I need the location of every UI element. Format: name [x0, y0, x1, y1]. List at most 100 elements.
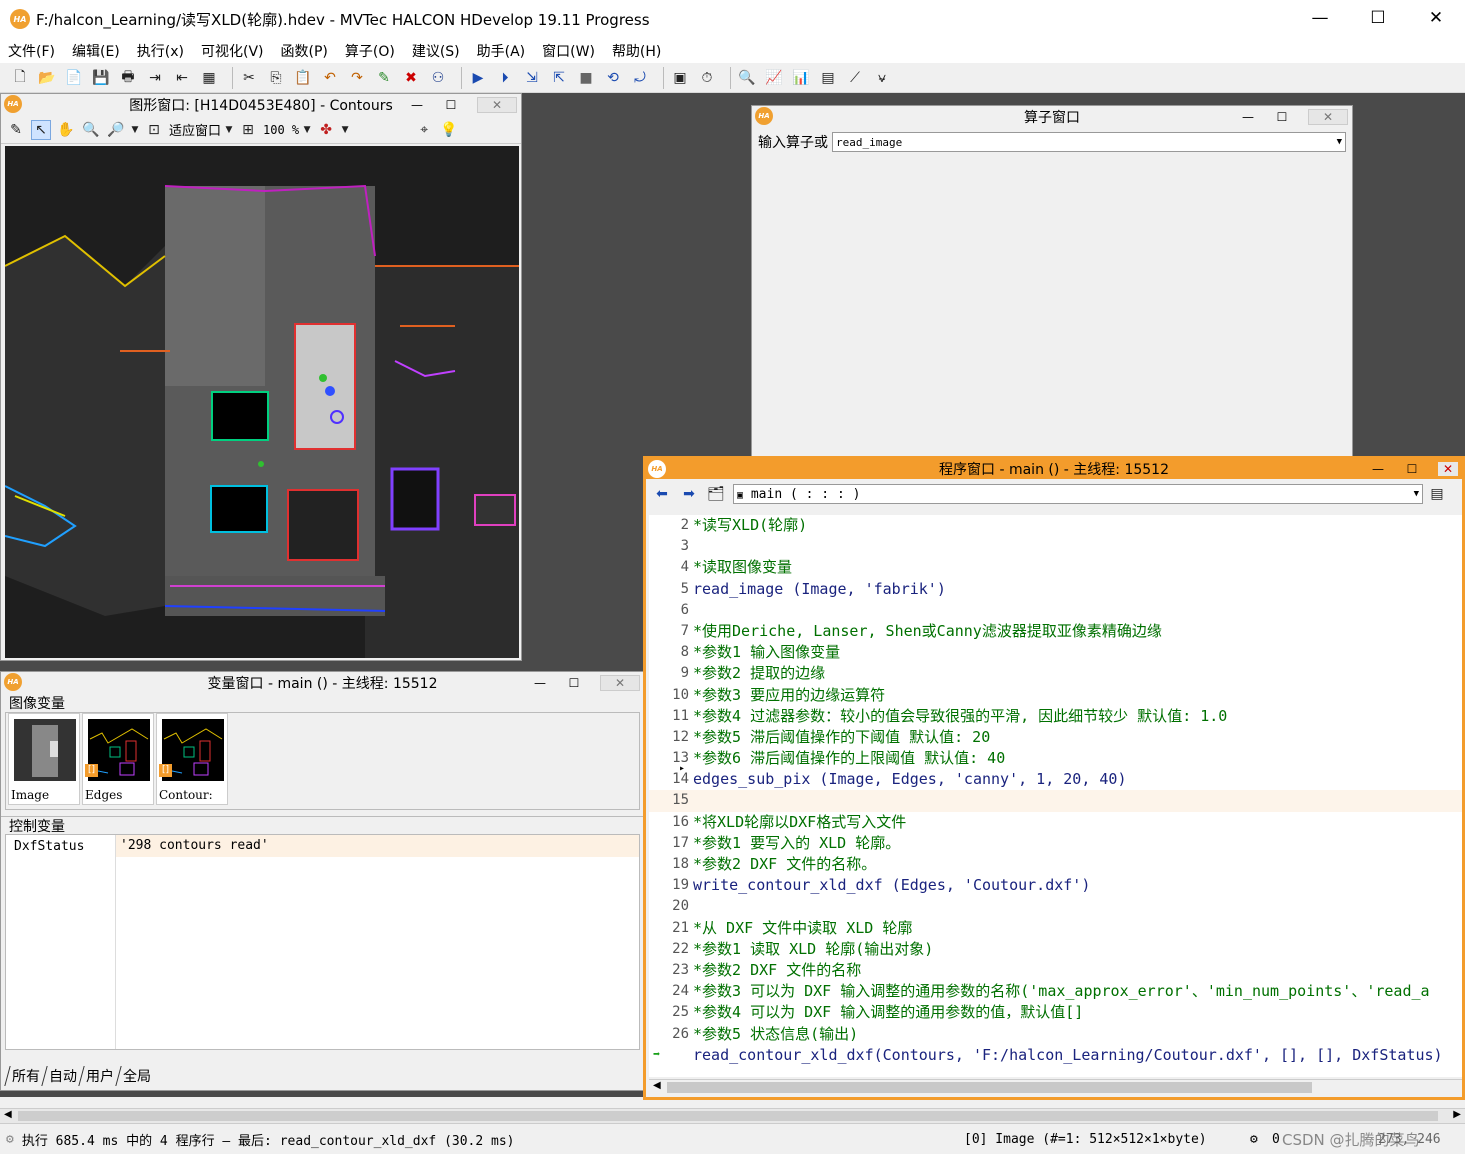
- step-over-icon[interactable]: ⏵: [495, 68, 515, 88]
- maximize-button[interactable]: ☐: [1274, 110, 1290, 124]
- close-button[interactable]: ✕: [1308, 109, 1348, 125]
- tab-user[interactable]: 用户: [78, 1066, 121, 1086]
- image-canvas[interactable]: [5, 146, 519, 658]
- reset-program-icon[interactable]: ⤾: [630, 68, 650, 88]
- tab-auto[interactable]: 自动: [41, 1066, 84, 1086]
- tab-global[interactable]: 全局: [115, 1066, 158, 1086]
- step-into-icon[interactable]: ⇲: [522, 68, 542, 88]
- undo-icon[interactable]: ↶: [320, 68, 340, 88]
- menu-assistants[interactable]: 助手(A): [477, 41, 526, 61]
- chevron-down-icon[interactable]: ▼: [341, 120, 349, 140]
- image-acquisition-icon[interactable]: ▣: [670, 68, 690, 88]
- fit-window-label[interactable]: 适应窗口: [169, 120, 221, 139]
- procedure-list-icon[interactable]: 🗂: [706, 484, 726, 504]
- find-icon[interactable]: ⚇: [428, 68, 448, 88]
- lightbulb-icon[interactable]: 💡: [439, 120, 459, 140]
- code-line[interactable]: 23 *参数2 DXF 文件的名称: [649, 960, 1462, 981]
- iconic-var-image[interactable]: Image: [8, 713, 80, 805]
- forward-arrow-icon[interactable]: ➡: [679, 484, 699, 504]
- code-line[interactable]: 17 *参数1 要写入的 XLD 轮廓。: [649, 833, 1462, 854]
- zoom-level[interactable]: 100 %: [263, 123, 299, 137]
- pointer-icon[interactable]: ↖: [31, 119, 51, 140]
- ocr-icon[interactable]: ⍱: [872, 68, 892, 88]
- fit-window-icon[interactable]: ⊡: [144, 120, 164, 140]
- code-line[interactable]: 19 write_contour_xld_dxf (Edges, 'Coutour…: [649, 875, 1462, 896]
- scroll-left-icon[interactable]: ◀: [4, 1109, 12, 1120]
- code-line[interactable]: 2 *读写XLD(轮廓): [649, 515, 1462, 536]
- stop-icon[interactable]: ■: [576, 68, 596, 88]
- back-arrow-icon[interactable]: ⬅: [652, 484, 672, 504]
- copy-icon[interactable]: ⎘: [266, 68, 286, 88]
- close-button[interactable]: ✕: [1438, 462, 1458, 476]
- minimize-button[interactable]: —: [409, 98, 425, 112]
- gray-histogram-icon[interactable]: 📈: [764, 68, 784, 88]
- chevron-down-icon[interactable]: ▼: [225, 120, 233, 140]
- code-line[interactable]: read_contour_xld_dxf(Contours, 'F:/halco…: [649, 1045, 1462, 1066]
- code-line[interactable]: 21 *从 DXF 文件中读取 XLD 轮廓: [649, 918, 1462, 939]
- chevron-down-icon[interactable]: ▼: [1414, 489, 1419, 499]
- feature-inspection-icon[interactable]: ▤: [818, 68, 838, 88]
- scroll-thumb[interactable]: [18, 1111, 1438, 1121]
- procedure-settings-icon[interactable]: ▤: [1427, 484, 1447, 504]
- code-line[interactable]: 18 *参数2 DXF 文件的名称。: [649, 854, 1462, 875]
- code-line[interactable]: 3: [649, 536, 1462, 557]
- scroll-left-icon[interactable]: ◀: [653, 1080, 661, 1091]
- maximize-button[interactable]: ☐: [566, 676, 582, 690]
- code-line[interactable]: 7 *使用Deriche, Lanser, Shen或Canny滤波器提取亚像素精…: [649, 621, 1462, 642]
- code-line[interactable]: 14 edges_sub_pix (Image, Edges, 'canny', …: [649, 769, 1462, 790]
- menu-execute[interactable]: 执行(x): [137, 41, 184, 61]
- menu-procedures[interactable]: 函数(P): [281, 41, 328, 61]
- properties-icon[interactable]: ▦: [199, 68, 219, 88]
- tab-all[interactable]: 所有: [4, 1066, 47, 1086]
- chevron-down-icon[interactable]: ▼: [303, 120, 311, 140]
- print-icon[interactable]: 🖶: [118, 68, 138, 88]
- scroll-thumb[interactable]: [667, 1082, 1312, 1093]
- menu-suggestions[interactable]: 建议(S): [412, 41, 460, 61]
- paste-icon[interactable]: 📋: [293, 68, 313, 88]
- close-button[interactable]: ✕: [600, 675, 640, 691]
- menu-help[interactable]: 帮助(H): [612, 41, 661, 61]
- deactivate-line-icon[interactable]: ✖: [401, 68, 421, 88]
- feature-histogram-icon[interactable]: 📊: [791, 68, 811, 88]
- code-editor[interactable]: 2 *读写XLD(轮廓) 3 4 *读取图像变量 5 read_image (Image, …: [649, 515, 1462, 1077]
- pan-hand-icon[interactable]: ✋: [56, 120, 76, 140]
- maximize-button[interactable]: ☐: [1404, 462, 1420, 476]
- minimize-button[interactable]: —: [1240, 110, 1256, 124]
- close-button[interactable]: ✕: [477, 97, 517, 113]
- code-line[interactable]: 25 *参数4 可以为 DXF 输入调整的通用参数的值，默认值[]: [649, 1002, 1462, 1023]
- code-line[interactable]: 16 *将XLD轮廓以DXF格式写入文件: [649, 812, 1462, 833]
- profiler-icon[interactable]: ⏱: [697, 68, 717, 88]
- code-line[interactable]: 24 *参数3 可以为 DXF 输入调整的通用参数的名称('max_approx_…: [649, 981, 1462, 1002]
- code-line[interactable]: 6: [649, 600, 1462, 621]
- code-line[interactable]: 12 *参数5 滞后阈值操作的下阈值 默认值: 20: [649, 727, 1462, 748]
- code-line[interactable]: 4 *读取图像变量: [649, 557, 1462, 578]
- menu-operators[interactable]: 算子(O): [345, 41, 395, 61]
- scroll-right-icon[interactable]: ▶: [1453, 1109, 1461, 1120]
- code-line[interactable]: 20: [649, 896, 1462, 917]
- menu-window[interactable]: 窗口(W): [542, 41, 595, 61]
- new-file-icon[interactable]: 🗋: [10, 68, 30, 88]
- operator-input[interactable]: read_image ▼: [832, 132, 1346, 152]
- code-line[interactable]: 10 *参数3 要应用的边缘运算符: [649, 685, 1462, 706]
- minimize-button[interactable]: —: [1370, 462, 1386, 476]
- control-var-row[interactable]: DxfStatus '298 contours read': [6, 835, 639, 857]
- menu-visualize[interactable]: 可视化(V): [201, 41, 264, 61]
- code-line[interactable]: 22 *参数1 读取 XLD 轮廓(输出对象): [649, 939, 1462, 960]
- open-file-icon[interactable]: 📂: [37, 68, 57, 88]
- iconic-var-edges[interactable]: [] Edges: [82, 713, 154, 805]
- import-icon[interactable]: ⇥: [145, 68, 165, 88]
- code-line[interactable]: 13 *参数6 滞后阈值操作的上限阈值 默认值: 40: [649, 748, 1462, 769]
- save-icon[interactable]: 💾: [91, 68, 111, 88]
- zoom-percent-icon[interactable]: ⊞: [238, 120, 258, 140]
- magnifier-icon[interactable]: 🔍: [81, 120, 101, 140]
- procedure-select[interactable]: ▣ main ( : : : ) ▼: [733, 484, 1423, 504]
- chevron-down-icon[interactable]: ▼: [131, 120, 139, 140]
- code-line[interactable]: 9 *参数2 提取的边缘: [649, 663, 1462, 684]
- code-line[interactable]: 26 *参数5 状态信息(输出): [649, 1024, 1462, 1045]
- zoom-icon[interactable]: 🔎: [106, 120, 126, 140]
- export-icon[interactable]: ⇤: [172, 68, 192, 88]
- code-line[interactable]: 8 *参数1 输入图像变量: [649, 642, 1462, 663]
- reset-icon[interactable]: ⟲: [603, 68, 623, 88]
- line-profile-icon[interactable]: ⟋: [845, 68, 865, 88]
- cut-icon[interactable]: ✂: [239, 68, 259, 88]
